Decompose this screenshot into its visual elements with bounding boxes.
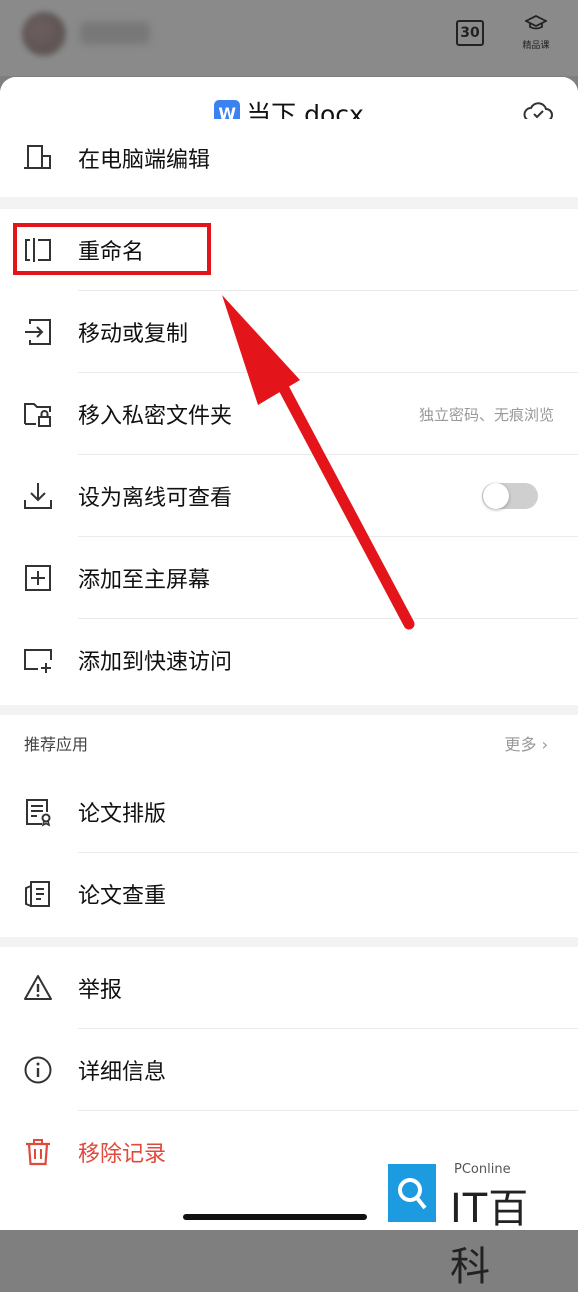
quick-access-icon [22, 644, 54, 676]
menu-item-label: 移入私密文件夹 [78, 404, 233, 429]
move-icon [22, 316, 54, 348]
course-button[interactable]: 精品课 [514, 14, 558, 51]
private-folder-icon [22, 398, 54, 430]
menu-item-quick-access[interactable]: 添加到快速访问 [0, 619, 578, 701]
menu-item-label: 添加至主屏幕 [78, 568, 211, 593]
menu-group-edit: 在电脑端编辑 [0, 119, 578, 197]
menu-item-label: 移动或复制 [78, 322, 189, 347]
info-icon [22, 1054, 54, 1086]
recommended-more-link[interactable]: 更多 › [505, 731, 549, 755]
menu-item-label: 论文查重 [78, 884, 167, 909]
watermark-logo [388, 1164, 436, 1222]
menu-item-label: 添加到快速访问 [78, 650, 233, 675]
menu-group-file: 重命名 移动或复制 移入私密文件夹 独立密码、无痕浏览 设为离线可查看 添加至主… [0, 209, 578, 705]
calendar-icon[interactable]: 30 [456, 20, 484, 46]
menu-item-edit-on-desktop[interactable]: 在电脑端编辑 [0, 119, 578, 197]
warning-icon [22, 972, 54, 1004]
download-icon [22, 480, 54, 512]
add-square-icon [22, 562, 54, 594]
course-label: 精品课 [522, 41, 550, 51]
recommended-apps: 推荐应用 更多 › 论文排版 论文查重 [0, 715, 578, 937]
graduation-cap-icon [523, 14, 549, 30]
watermark-site: IT百科 [450, 1186, 530, 1290]
watermark-brand: PConline [454, 1162, 511, 1177]
paper-layout-icon [22, 796, 54, 828]
desktop-edit-icon [22, 142, 54, 174]
offline-toggle[interactable] [482, 483, 538, 509]
menu-item-label: 移除记录 [78, 1142, 167, 1167]
avatar [22, 12, 66, 56]
recommended-title: 推荐应用 [24, 735, 89, 754]
menu-item-label: 论文排版 [78, 802, 167, 827]
menu-item-details[interactable]: 详细信息 [0, 1029, 578, 1111]
private-folder-hint: 独立密码、无痕浏览 [418, 405, 554, 424]
menu-item-label: 举报 [78, 978, 123, 1003]
menu-item-label: 详细信息 [78, 1060, 167, 1085]
menu-item-paper-check[interactable]: 论文查重 [0, 853, 578, 935]
menu-item-label: 设为离线可查看 [78, 486, 233, 511]
home-indicator [183, 1214, 367, 1220]
menu-item-private-folder[interactable]: 移入私密文件夹 独立密码、无痕浏览 [0, 373, 578, 455]
menu-item-offline[interactable]: 设为离线可查看 [0, 455, 578, 537]
menu-item-label: 在电脑端编辑 [78, 148, 211, 173]
watermark: PConline IT百科 [388, 1160, 568, 1290]
background-top-bar: 30 精品课 [0, 0, 578, 76]
menu-item-paper-layout[interactable]: 论文排版 [0, 771, 578, 853]
menu-item-report[interactable]: 举报 [0, 947, 578, 1029]
menu-item-add-home-screen[interactable]: 添加至主屏幕 [0, 537, 578, 619]
highlight-rename-box [13, 223, 211, 275]
trash-icon [22, 1136, 54, 1168]
paper-check-icon [22, 878, 54, 910]
blurred-username [80, 22, 150, 44]
menu-item-move-copy[interactable]: 移动或复制 [0, 291, 578, 373]
recommended-header: 推荐应用 更多 › [0, 715, 578, 771]
